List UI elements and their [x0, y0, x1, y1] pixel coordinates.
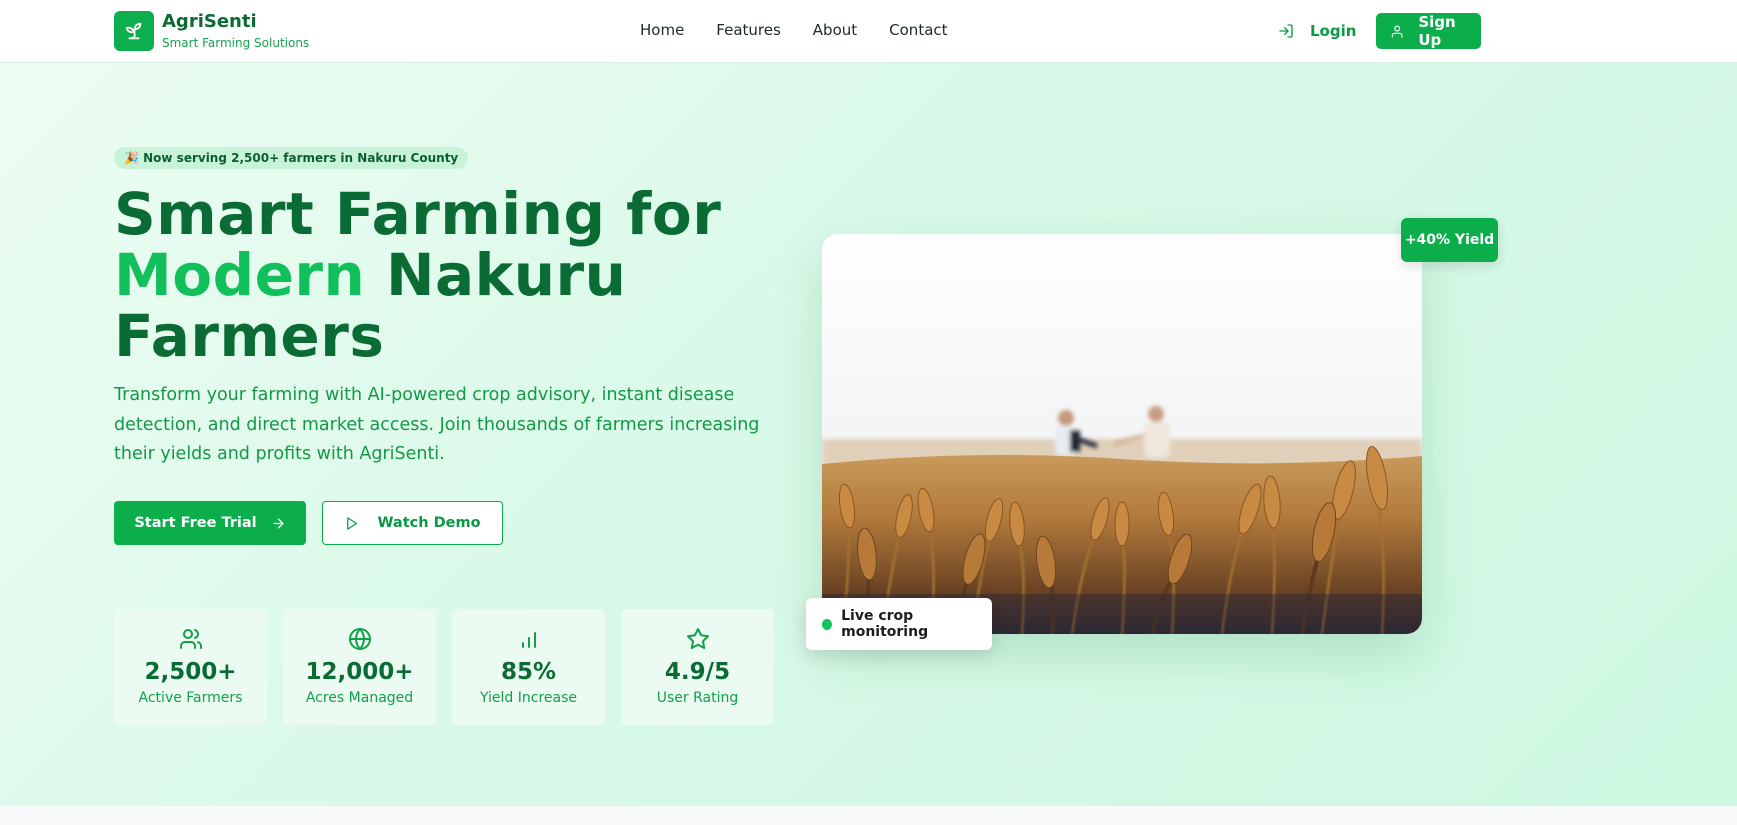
users-icon — [179, 626, 203, 652]
stats-row: 2,500+ Active Farmers 12,000+ Acres Mana… — [114, 609, 790, 725]
stat-label: Acres Managed — [305, 690, 414, 706]
watch-demo-button[interactable]: Watch Demo — [322, 501, 503, 545]
main-nav: Home Features About Contact — [640, 21, 980, 39]
next-section-edge — [0, 806, 1737, 825]
stat-label: User Rating — [656, 690, 739, 706]
stat-card-rating: 4.9/5 User Rating — [621, 609, 774, 725]
start-free-trial-button[interactable]: Start Free Trial — [114, 501, 306, 545]
stat-value: 85% — [500, 659, 557, 685]
brand-name: AgriSenti — [162, 11, 257, 32]
login-label: Login — [1310, 22, 1357, 40]
live-status-dot — [822, 618, 833, 630]
sprout-icon — [114, 11, 154, 51]
hero-title-line1: Smart Farming for — [114, 180, 722, 248]
brand-tagline: Smart Farming Solutions — [162, 36, 310, 50]
nav-link-about[interactable]: About — [813, 21, 857, 39]
stat-card-acres: 12,000+ Acres Managed — [283, 609, 436, 725]
hero-title: Smart Farming for Modern Nakuru Farmers — [114, 184, 754, 367]
yield-badge: +40% Yield — [1401, 218, 1498, 262]
bar-chart-icon — [517, 626, 541, 652]
arrow-right-icon — [273, 518, 284, 528]
nav-link-home[interactable]: Home — [640, 21, 684, 39]
hero-title-line2: Nakuru — [365, 241, 627, 309]
stat-value: 12,000+ — [305, 659, 414, 685]
stat-value: 2,500+ — [144, 659, 237, 685]
nav-link-contact[interactable]: Contact — [889, 21, 947, 39]
nav-link-features[interactable]: Features — [716, 21, 781, 39]
play-icon — [347, 516, 358, 530]
hero-title-line3: Farmers — [114, 302, 385, 370]
stat-value: 4.9/5 — [664, 659, 731, 685]
stat-card-farmers: 2,500+ Active Farmers — [114, 609, 267, 725]
signup-button[interactable]: Sign Up — [1376, 13, 1481, 49]
signup-label: Sign Up — [1418, 13, 1456, 49]
announcement-badge: 🎉 Now serving 2,500+ farmers in Nakuru C… — [114, 147, 469, 169]
top-navbar: AgriSenti Smart Farming Solutions Home F… — [0, 0, 1737, 63]
login-button[interactable]: Login — [1278, 19, 1356, 43]
login-icon — [1279, 24, 1293, 38]
live-monitoring-label: Live crop monitoring — [841, 608, 929, 640]
hero-description: Transform your farming with AI-powered c… — [114, 385, 760, 464]
globe-icon — [348, 626, 372, 652]
wheat-field-image — [822, 234, 1422, 634]
watch-demo-label: Watch Demo — [377, 515, 481, 531]
brand[interactable]: AgriSenti Smart Farming Solutions — [114, 11, 309, 51]
stat-label: Active Farmers — [138, 690, 243, 706]
live-monitoring-badge: Live crop monitoring — [806, 598, 992, 650]
user-icon — [1391, 25, 1403, 37]
start-free-trial-label: Start Free Trial — [134, 515, 257, 531]
star-icon — [686, 626, 710, 652]
stat-card-yield: 85% Yield Increase — [452, 609, 605, 725]
hero-title-accent: Modern — [114, 241, 366, 309]
stat-label: Yield Increase — [479, 690, 578, 706]
